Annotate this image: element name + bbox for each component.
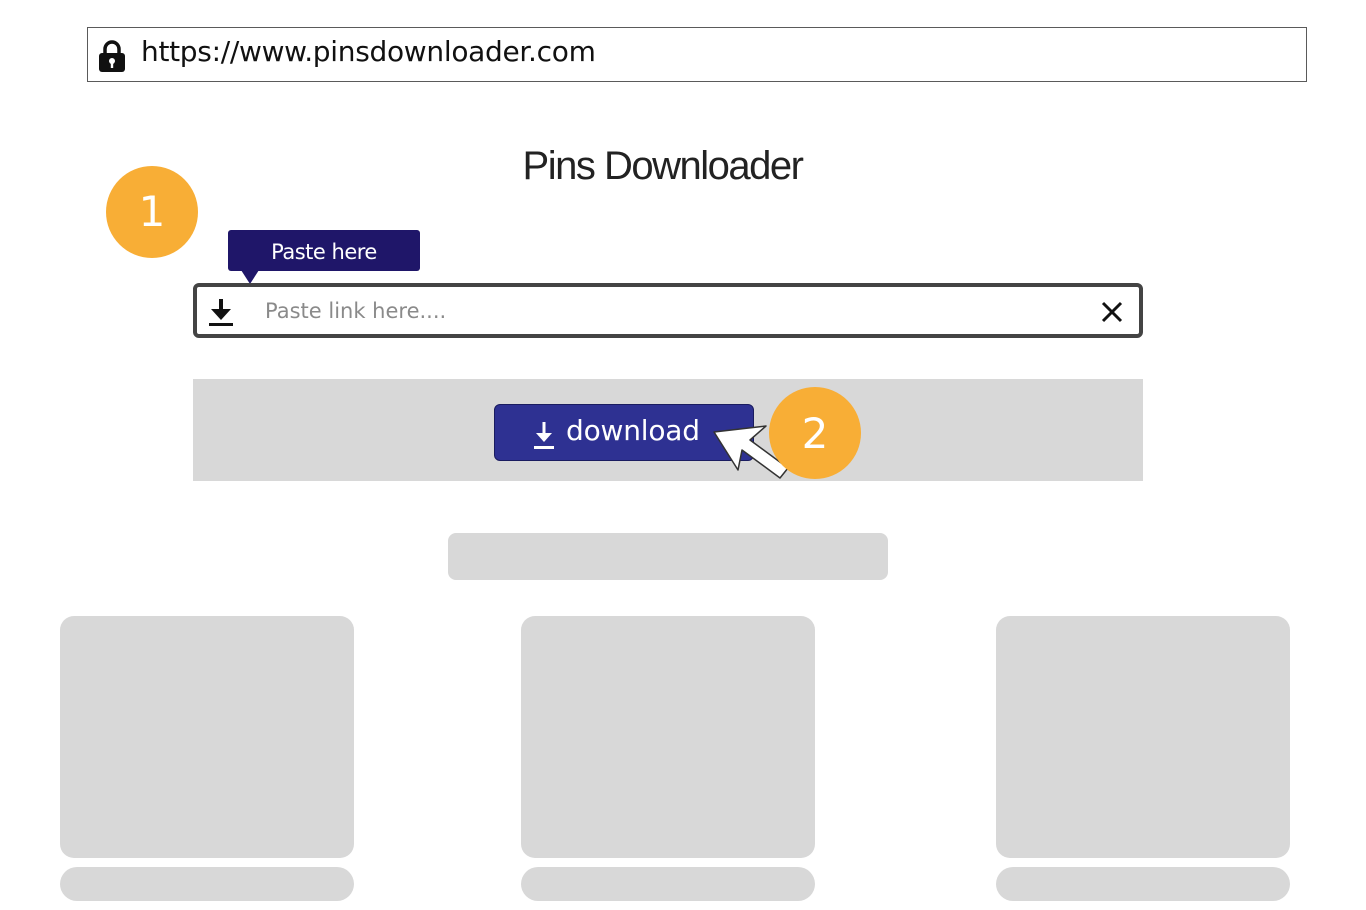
result-caption-placeholder bbox=[60, 867, 354, 901]
address-url: https://www.pinsdownloader.com bbox=[141, 35, 596, 68]
result-card-placeholder bbox=[996, 616, 1290, 858]
lock-icon bbox=[99, 40, 125, 72]
download-button-label: download bbox=[566, 414, 700, 447]
address-bar[interactable]: https://www.pinsdownloader.com bbox=[87, 27, 1307, 82]
result-caption-placeholder bbox=[521, 867, 815, 901]
result-title-placeholder bbox=[448, 533, 888, 580]
step-badge-1: 1 bbox=[106, 166, 198, 258]
close-icon[interactable] bbox=[1101, 301, 1123, 323]
download-arrow-icon bbox=[209, 299, 233, 326]
download-arrow-icon bbox=[534, 422, 554, 449]
result-card-placeholder bbox=[521, 616, 815, 858]
step-badge-2: 2 bbox=[769, 387, 861, 479]
link-input-box bbox=[193, 283, 1143, 338]
link-input[interactable] bbox=[265, 291, 1065, 331]
paste-tooltip: Paste here bbox=[228, 230, 420, 284]
page-title: Pins Downloader bbox=[522, 144, 804, 188]
result-caption-placeholder bbox=[996, 867, 1290, 901]
result-card-placeholder bbox=[60, 616, 354, 858]
